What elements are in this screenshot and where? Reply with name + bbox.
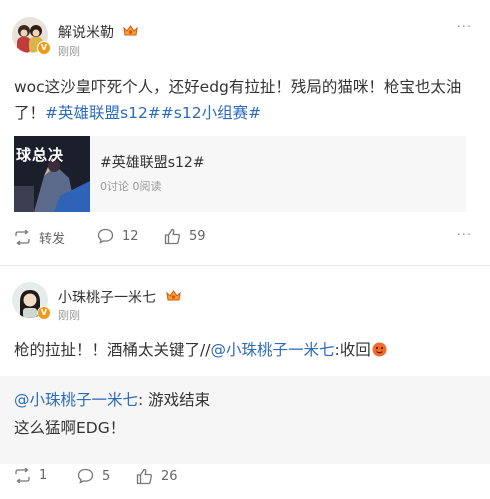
verified-v-icon: V	[37, 41, 51, 55]
post-text-main: 枪的拉扯！！酒桶太关键了//	[14, 341, 211, 359]
quoted-author-mention[interactable]: @小珠桃子一米七	[14, 391, 138, 409]
avatar[interactable]: V	[12, 17, 51, 55]
like-button[interactable]: 26	[136, 468, 178, 485]
like-button[interactable]: 59	[164, 228, 206, 245]
comment-button[interactable]: 12	[97, 228, 139, 244]
post-text-tail: :收回	[334, 341, 371, 359]
repost-count: 1	[39, 468, 48, 483]
avatar[interactable]: V	[12, 282, 51, 320]
repost-button[interactable]: 1	[14, 468, 47, 483]
topic-card-thumbnail: 球总决	[14, 136, 90, 212]
topic-tags[interactable]: #英雄联盟s12##s12小组赛#	[45, 104, 261, 122]
repost-button[interactable]: 转发	[14, 228, 65, 247]
comment-icon	[77, 468, 94, 484]
comment-count: 5	[102, 468, 111, 484]
post-text: woc这沙皇吓死个人，还好edg有拉扯！残局的猫咪！枪宝也太油了！#英雄联盟s1…	[14, 74, 474, 126]
like-count: 26	[161, 469, 178, 484]
like-icon	[164, 228, 180, 245]
like-icon	[136, 468, 152, 485]
more-icon[interactable]: ···	[457, 20, 472, 35]
post-time: 刚刚	[58, 45, 80, 58]
topic-card-stats: 0讨论 0阅读	[100, 180, 162, 193]
post-time: 刚刚	[58, 309, 80, 322]
action-bar: 1 5 26	[0, 468, 490, 490]
repost-icon	[15, 468, 30, 483]
topic-card-title: #英雄联盟s12#	[100, 155, 205, 171]
action-bar: 转发 12 59 ···	[0, 228, 490, 250]
author-name[interactable]: 小珠桃子一米七	[58, 287, 156, 307]
vip-crown-icon[interactable]	[123, 24, 138, 37]
repost-label: 转发	[39, 232, 66, 247]
verified-v-icon: V	[37, 306, 51, 320]
thumbnail-text: 球总决	[16, 146, 65, 164]
weibo-post-1: V 解说米勒 刚刚 ··· woc这沙皇吓死个人，还好edg有拉扯！残局的猫咪！…	[0, 0, 490, 265]
topic-card[interactable]: 球总决 #英雄联盟s12# 0讨论 0阅读	[14, 136, 466, 212]
more-icon[interactable]: ···	[457, 228, 472, 243]
comment-button[interactable]: 5	[77, 468, 110, 484]
emoji-icon	[372, 342, 387, 357]
comment-icon	[97, 228, 114, 244]
like-count: 59	[189, 229, 206, 244]
weibo-post-2: V 小珠桃子一米七 刚刚 枪的拉扯！！酒桶太关键了//@小珠桃子一米七:收回 @…	[0, 266, 490, 499]
quoted-post-line2: 这么猛啊EDG！	[14, 419, 126, 437]
repost-icon	[15, 230, 30, 245]
quoted-text: : 游戏结束	[138, 391, 211, 409]
post-text: 枪的拉扯！！酒桶太关键了//@小珠桃子一米七:收回	[14, 337, 474, 363]
comment-count: 12	[122, 228, 139, 244]
quoted-post[interactable]: @小珠桃子一米七: 游戏结束 这么猛啊EDG！	[0, 376, 490, 464]
quoted-post-line1: @小珠桃子一米七: 游戏结束	[14, 387, 210, 413]
author-name[interactable]: 解说米勒	[58, 22, 114, 42]
vip-crown-icon[interactable]	[166, 289, 181, 302]
mention-link[interactable]: @小珠桃子一米七	[210, 341, 334, 359]
